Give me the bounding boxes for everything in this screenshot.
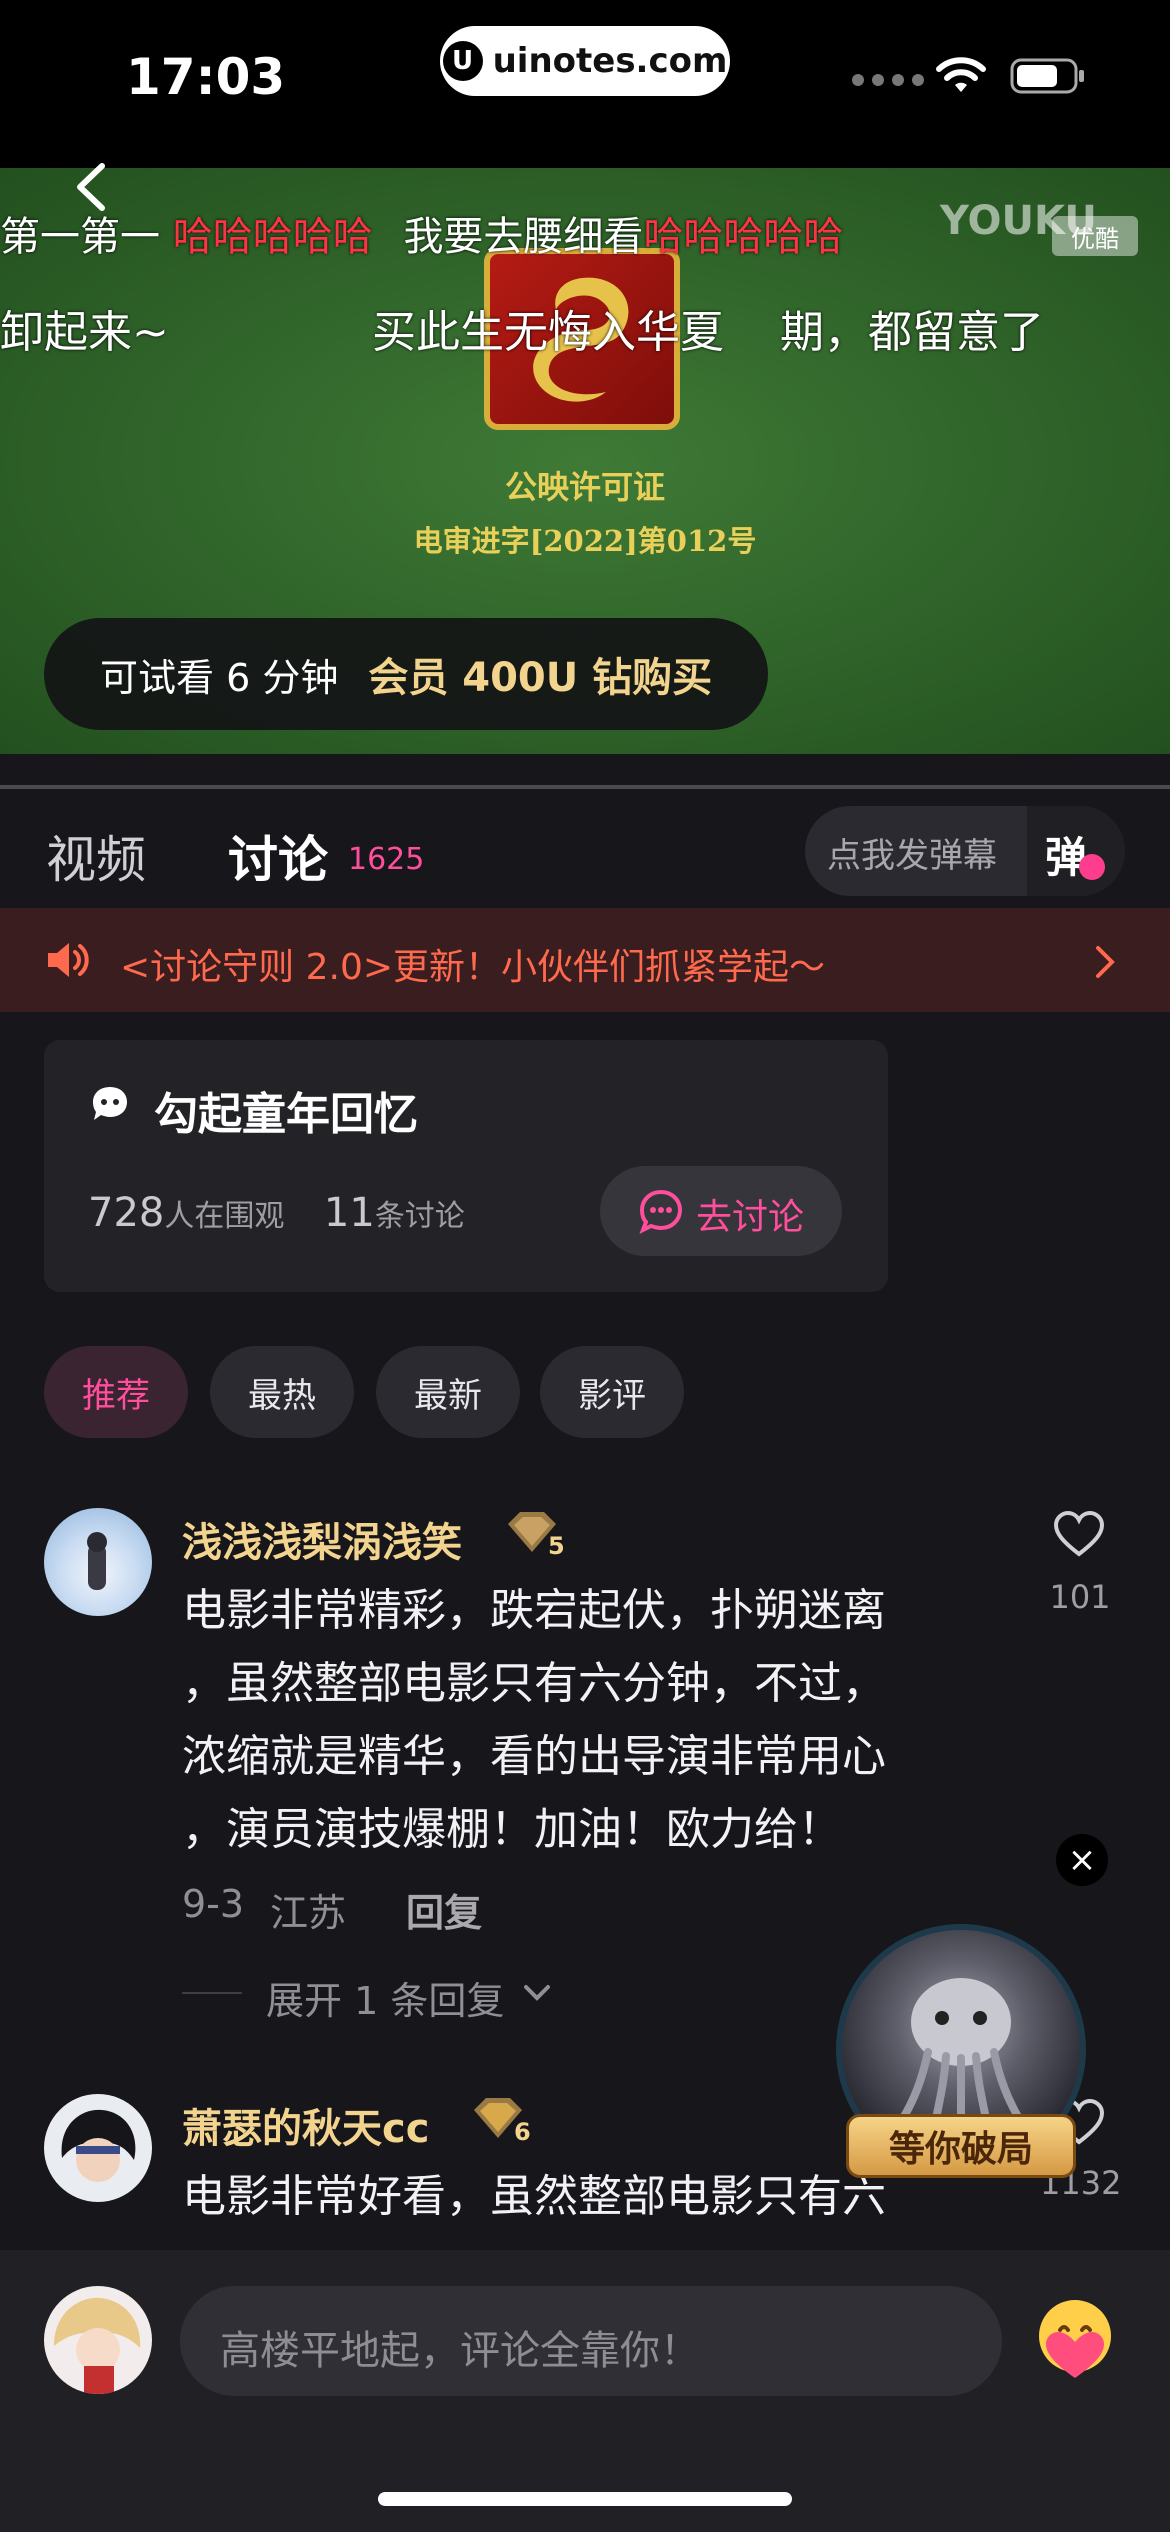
filter-hottest[interactable]: 最热: [210, 1346, 354, 1438]
comment-line: ，演员演技爆棚！加油！欧力给！: [182, 1804, 842, 1855]
game-ad-banner[interactable]: 等你破局: [846, 2114, 1076, 2178]
topic-discussions-label: 条讨论: [374, 1199, 465, 1234]
comment-line: 电影非常精彩，跌宕起伏，扑朔迷离: [182, 1585, 886, 1636]
video-progress-bar[interactable]: [0, 785, 1170, 789]
notice-text: <讨论守则 2.0>更新！小伙伴们抓紧学起～: [120, 947, 826, 988]
my-avatar[interactable]: [44, 2286, 152, 2394]
battery-icon: [1010, 58, 1084, 94]
permit-number: 电审进字[2022]第012号: [413, 524, 757, 558]
chevron-right-icon: [1096, 946, 1115, 978]
topic-title: 勾起童年回忆: [154, 1089, 418, 1140]
danmaku-on-check-icon: [1079, 854, 1105, 880]
danmaku-text: 我要去腰细看: [403, 214, 644, 260]
youku-badge: 优酷: [1052, 216, 1138, 256]
danmaku-line-1: 第一第一 哈哈哈哈哈 我要去腰细看哈哈哈哈哈: [0, 204, 843, 262]
vip-level-number: 6: [514, 2118, 531, 2146]
status-time: 17:03: [126, 48, 286, 106]
filter-newest[interactable]: 最新: [376, 1346, 520, 1438]
danmaku-input[interactable]: 点我发弹幕 弹: [805, 806, 1125, 896]
topic-stats: 728人在围观 11条讨论: [88, 1190, 465, 1236]
danmaku-text: 第一第一: [0, 214, 160, 260]
comment-username[interactable]: 浅浅浅梨涡浅笑: [182, 1510, 462, 1568]
topic-discussions: 11: [323, 1190, 375, 1236]
permit-title: 公映许可证: [504, 468, 665, 506]
chevron-down-icon: [524, 1985, 550, 2001]
comment-body: 电影非常精彩，跌宕起伏，扑朔迷离 ，虽然整部电影只有六分钟，不过， 浓缩就是精华…: [182, 1574, 1022, 1866]
danmaku-text: 期，都留意了: [780, 307, 1044, 358]
avatar[interactable]: [44, 1508, 152, 1616]
purchase-button[interactable]: 会员 400U 钻购买: [368, 645, 712, 703]
tab-video[interactable]: 视频: [46, 820, 146, 892]
filter-recommended[interactable]: 推荐: [44, 1346, 188, 1438]
topic-viewers-label: 人在围观: [164, 1199, 285, 1234]
danmaku-text: 哈哈哈哈哈: [172, 214, 373, 260]
danmaku-toggle-label: 弹: [1045, 833, 1088, 882]
expand-divider: [182, 1992, 242, 1994]
trial-purchase-banner[interactable]: 可试看 6 分钟 会员 400U 钻购买: [44, 618, 768, 730]
danmaku-placeholder: 点我发弹幕: [827, 836, 997, 876]
notice-bar[interactable]: <讨论守则 2.0>更新！小伙伴们抓紧学起～: [0, 908, 1170, 1012]
watermark-logo-icon: U: [442, 41, 483, 81]
comment-date: 9-3: [182, 1882, 245, 1926]
go-discuss-label: 去讨论: [696, 1197, 805, 1238]
danmaku-text: 哈哈哈哈哈: [643, 214, 844, 260]
go-discuss-button[interactable]: 去讨论: [600, 1166, 842, 1256]
home-indicator[interactable]: [378, 2492, 792, 2506]
ad-close-button[interactable]: ×: [1056, 1834, 1108, 1886]
vip-level-badge: 5: [502, 1508, 565, 1560]
vip-level-number: 5: [548, 1532, 565, 1560]
tab-discussion[interactable]: 讨论: [228, 820, 328, 892]
danmaku-text: 卸起来~: [0, 307, 169, 358]
danmaku-toggle-button[interactable]: 弹: [1027, 806, 1125, 896]
reply-button[interactable]: 回复: [406, 1882, 482, 1937]
comment-input[interactable]: 高楼平地起，评论全靠你！: [180, 2286, 1002, 2396]
trial-text: 可试看 6 分钟: [100, 655, 339, 700]
topic-card[interactable]: 勾起童年回忆 728人在围观 11条讨论 去讨论: [44, 1040, 888, 1292]
filter-reviews[interactable]: 影评: [540, 1346, 684, 1438]
cellular-signal-icon: [852, 74, 924, 86]
comment-location: 江苏: [270, 1891, 347, 1935]
avatar[interactable]: [44, 2094, 152, 2202]
topic-viewers: 728: [88, 1190, 165, 1236]
vip-level-badge: 6: [468, 2094, 531, 2146]
wifi-icon: [936, 57, 986, 92]
comment-line: ，虽然整部电影只有六分钟，不过，: [182, 1658, 886, 1709]
hug-emoji-icon[interactable]: [1030, 2294, 1120, 2384]
watermark-pill: U uinotes.com: [440, 26, 730, 96]
discussion-count: 1625: [348, 842, 425, 877]
like-heart-icon[interactable]: [1052, 1510, 1106, 1558]
chat-dots-icon: [639, 1189, 683, 1234]
like-count: 101: [1049, 1578, 1111, 1616]
watermark-text: uinotes.com: [492, 41, 728, 81]
comment-username[interactable]: 萧瑟的秋天cc: [182, 2096, 429, 2154]
comment-input-placeholder: 高楼平地起，评论全靠你！: [220, 2328, 700, 2374]
expand-replies-button[interactable]: 展开 1 条回复: [266, 1970, 504, 2025]
comment-line: 浓缩就是精华，看的出导演非常用心: [182, 1731, 886, 1782]
danmaku-text: 买此生无悔入华夏: [372, 307, 724, 358]
back-arrow-icon[interactable]: [66, 160, 120, 214]
chat-bubble-icon: [93, 1087, 127, 1120]
speaker-icon: [48, 943, 89, 977]
